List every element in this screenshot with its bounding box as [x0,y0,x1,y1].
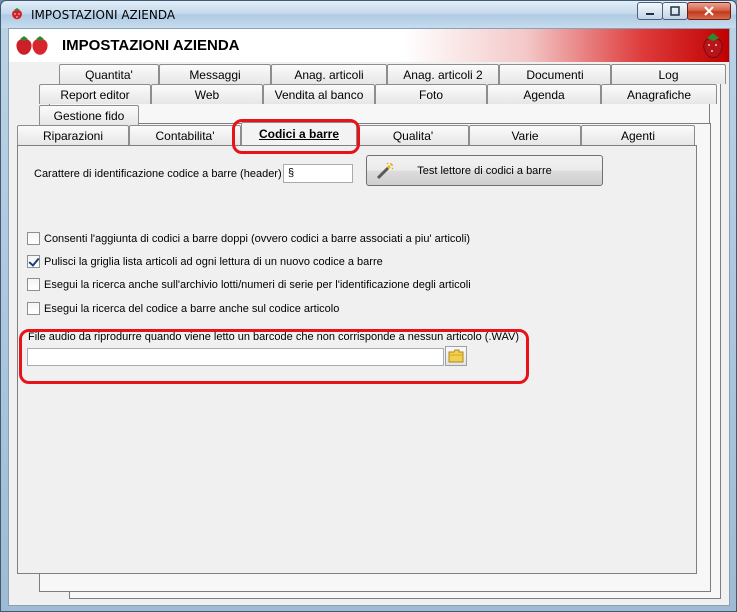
strawberries-icon [16,36,48,55]
window-title: IMPOSTAZIONI AZIENDA [31,8,176,22]
strawberry-icon [703,33,723,58]
tab-anagrafiche[interactable]: Anagrafiche [601,84,717,104]
audio-file-input[interactable] [27,348,444,366]
option-label: Pulisci la griglia lista articoli ad ogn… [44,255,383,268]
tab-report-editor[interactable]: Report editor [39,84,151,104]
tab-codici-a-barre[interactable]: Codici a barre [241,122,357,145]
folder-icon [448,349,464,363]
tab-gestione-fido[interactable]: Gestione fido [39,105,139,125]
test-barcode-reader-button[interactable]: Test lettore di codici a barre [366,155,603,186]
option-row[interactable]: Consenti l'aggiunta di codici a barre do… [27,232,470,245]
option-row[interactable]: Esegui la ricerca anche sull'archivio lo… [27,278,471,291]
option-row[interactable]: Esegui la ricerca del codice a barre anc… [27,302,339,315]
maximize-button[interactable] [662,2,688,20]
minimize-button[interactable] [637,2,663,20]
tab-anag-articoli-2[interactable]: Anag. articoli 2 [387,64,499,84]
tab-quantita[interactable]: Quantita' [59,64,159,84]
barcode-settings-page: Carattere di identificazione codice a ba… [17,145,697,574]
test-button-label: Test lettore di codici a barre [417,164,552,177]
option-checkbox[interactable] [27,232,40,245]
header-char-label: Carattere di identificazione codice a ba… [34,168,288,180]
audio-file-label: File audio da riprodurre quando viene le… [28,331,520,343]
maximize-icon [670,6,680,16]
option-label: Consenti l'aggiunta di codici a barre do… [44,232,471,245]
tab-riparazioni[interactable]: Riparazioni [17,125,129,145]
minimize-icon [646,13,654,15]
option-checkbox[interactable] [27,278,40,291]
tab-messaggi[interactable]: Messaggi [159,64,271,84]
strawberry-icon [12,8,22,20]
tab-documenti[interactable]: Documenti [499,64,611,84]
tab-anag-articoli[interactable]: Anag. articoli [271,64,387,84]
close-button[interactable] [687,2,731,20]
title-bar[interactable]: IMPOSTAZIONI AZIENDA [1,1,736,28]
header-char-input[interactable]: § [283,164,353,183]
client-area: IMPOSTAZIONI AZIENDA Quantita' Messaggi … [8,28,730,606]
magic-wand-icon [376,162,394,180]
header-banner: IMPOSTAZIONI AZIENDA [9,29,729,62]
tab-foto[interactable]: Foto [375,84,487,104]
close-icon [704,6,714,16]
option-checkbox[interactable] [27,255,40,268]
main-window: IMPOSTAZIONI AZIENDA IMPOSTAZIONI AZIEND… [0,0,737,612]
tab-web[interactable]: Web [151,84,263,104]
option-label: Esegui la ricerca anche sull'archivio lo… [44,278,471,291]
tab-varie[interactable]: Varie [469,125,581,145]
option-row[interactable]: Pulisci la griglia lista articoli ad ogn… [27,255,383,268]
banner-title: IMPOSTAZIONI AZIENDA [62,37,240,54]
tab-agenti[interactable]: Agenti [581,125,695,145]
tab-vendita-al-banco[interactable]: Vendita al banco [263,84,375,104]
option-label: Esegui la ricerca del codice a barre anc… [44,302,340,315]
tab-agenda[interactable]: Agenda [487,84,601,104]
tab-contabilita[interactable]: Contabilita' [129,125,241,145]
tab-log[interactable]: Log [611,64,726,84]
tab-qualita[interactable]: Qualita' [357,125,469,145]
browse-folder-button[interactable] [445,346,467,366]
option-checkbox[interactable] [27,302,40,315]
